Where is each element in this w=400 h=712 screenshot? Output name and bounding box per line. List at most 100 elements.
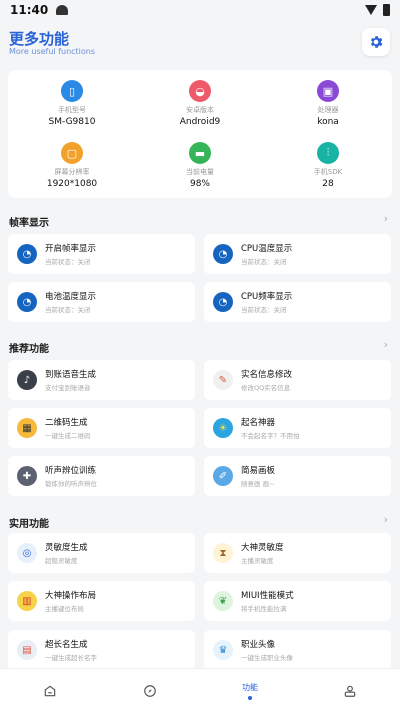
info-value: 1920*1080 [46,179,98,189]
info-android-version: ◒ 安卓版本 Android9 [136,80,264,127]
info-value: 98% [189,179,210,189]
bottom-nav: 功能 [0,668,400,712]
info-phone-model: ▯ 手机型号 SM-G9810 [8,80,136,127]
card-subtitle: 当前状态：关闭 [45,306,91,314]
info-label: 手机SDK [313,168,343,176]
leaf-icon: ❦ [213,591,233,611]
battery-icon: ▬ [189,142,211,164]
card-title: 大神操作布局 [45,591,97,601]
settings-button[interactable] [362,28,390,56]
battery-status-icon [383,4,390,16]
home-icon [44,685,56,697]
card-title: 二维码生成 [45,418,88,428]
card-subtitle: 当前状态：关闭 [241,258,287,266]
info-value: 28 [322,179,334,189]
card-qrcode[interactable]: ▦ 二维码生成 一键生成二维码 [8,408,195,448]
card-miui-performance[interactable]: ❦ MIUI性能模式 将手机性能拉满 [204,581,391,621]
info-label: 当前电量 [186,168,214,176]
card-title: 职业头像 [241,640,276,650]
nav-functions-label: 功能 [242,683,258,692]
card-battery-temp[interactable]: ◔ 电池温度显示 当前状态：关闭 [8,282,195,322]
card-drawing-board[interactable]: ✐ 简易画板 随意画 画~ [204,456,391,496]
card-pro-layout[interactable]: ▥ 大神操作布局 主播键位布局 [8,581,195,621]
info-label: 屏幕分辨率 [54,168,90,176]
card-title: CPU频率显示 [241,292,293,302]
target-icon: ◎ [17,543,37,563]
card-title: 灵敏度生成 [45,543,88,553]
page-subtitle: More useful functions [9,47,96,56]
card-subtitle: 主播灵敏度 [241,557,274,565]
card-title: 电池温度显示 [45,292,97,302]
card-subtitle: 不会起名字？不用怕 [241,432,300,440]
card-pro-avatar[interactable]: ♛ 职业头像 一键生成职业头像 [204,630,391,670]
card-cpu-freq[interactable]: ◔ CPU频率显示 当前状态：关闭 [204,282,391,322]
card-subtitle: 一键生成二维码 [45,432,91,440]
info-value: kona [317,117,339,127]
chart-icon: ▤ [17,640,37,660]
card-cpu-temp[interactable]: ◔ CPU温度显示 当前状态：关闭 [204,234,391,274]
android-icon: ◒ [189,80,211,102]
info-value: Android9 [179,117,221,127]
speedometer-icon: ◔ [213,244,233,264]
info-label: 安卓版本 [186,106,214,114]
sliders-icon: ⫶ [317,142,339,164]
info-processor: ▣ 处理器 kona [264,80,392,127]
status-time: 11:40 [10,3,49,17]
page-title: 更多功能 [9,30,70,48]
speedometer-icon: ◔ [213,292,233,312]
card-realname-edit[interactable]: ✎ 实名信息修改 修改QQ实名信息 [204,360,391,400]
chevron-right-icon[interactable]: › [384,513,388,526]
trophy-icon: ♛ [213,640,233,660]
card-subtitle: 一键生成超长名字 [45,654,97,662]
card-sound-training[interactable]: ✚ 听声辨位训练 锻炼你的听声辨位 [8,456,195,496]
screen-icon: ▢ [61,142,83,164]
card-title: 听声辨位训练 [45,466,97,476]
section-title-recommend: 推荐功能 [9,344,49,355]
card-subtitle: 支付宝到账语音 [45,384,91,392]
gear-icon [370,36,383,48]
info-label: 手机型号 [58,106,86,114]
nav-discover[interactable] [100,669,200,712]
wrench-icon: ✎ [213,370,233,390]
header: 更多功能 More useful functions [0,22,400,62]
card-fps-display[interactable]: ◔ 开启帧率显示 当前状态：关闭 [8,234,195,274]
card-title: 超长名生成 [45,640,88,650]
speedometer-icon: ◔ [17,292,37,312]
phone-icon: ▯ [61,80,83,102]
card-title: 起名神器 [241,418,276,428]
card-title: MIUI性能模式 [241,591,294,601]
gamepad-icon: ✚ [17,466,37,486]
info-battery: ▬ 当前电量 98% [136,142,264,189]
card-title: 实名信息修改 [241,370,293,380]
speaker-icon: ♪ [17,370,37,390]
lightbulb-icon: ☀ [213,418,233,438]
nav-profile[interactable] [300,669,400,712]
device-info-card: ▯ 手机型号 SM-G9810 ◒ 安卓版本 Android9 ▣ 处理器 ko… [8,70,392,198]
card-title: 开启帧率显示 [45,244,97,254]
nav-functions[interactable]: 功能 [200,669,300,712]
card-subtitle: 当前状态：关闭 [241,306,287,314]
chevron-right-icon[interactable]: › [384,212,388,225]
active-indicator [248,696,252,700]
nav-home[interactable] [0,669,100,712]
card-subtitle: 将手机性能拉满 [241,605,287,613]
card-subtitle: 超稳灵敏度 [45,557,78,565]
card-naming[interactable]: ☀ 起名神器 不会起名字？不用怕 [204,408,391,448]
card-title: CPU温度显示 [241,244,293,254]
hourglass-icon: ⧗ [213,543,233,563]
layout-icon: ▥ [17,591,37,611]
card-sensitivity[interactable]: ◎ 灵敏度生成 超稳灵敏度 [8,533,195,573]
card-pro-sensitivity[interactable]: ⧗ 大神灵敏度 主播灵敏度 [204,533,391,573]
chevron-right-icon[interactable]: › [384,338,388,351]
android-notification-icon [56,5,69,15]
status-bar: 11:40 [0,0,400,20]
section-title-practical: 实用功能 [9,519,49,530]
card-voice-gen[interactable]: ♪ 到账语音生成 支付宝到账语音 [8,360,195,400]
card-subtitle: 随意画 画~ [241,480,275,488]
info-value: SM-G9810 [48,117,96,127]
wifi-icon [365,5,377,15]
card-long-name[interactable]: ▤ 超长名生成 一键生成超长名字 [8,630,195,670]
card-subtitle: 一键生成职业头像 [241,654,293,662]
section-title-fps: 帧率显示 [9,218,49,229]
chip-icon: ▣ [317,80,339,102]
